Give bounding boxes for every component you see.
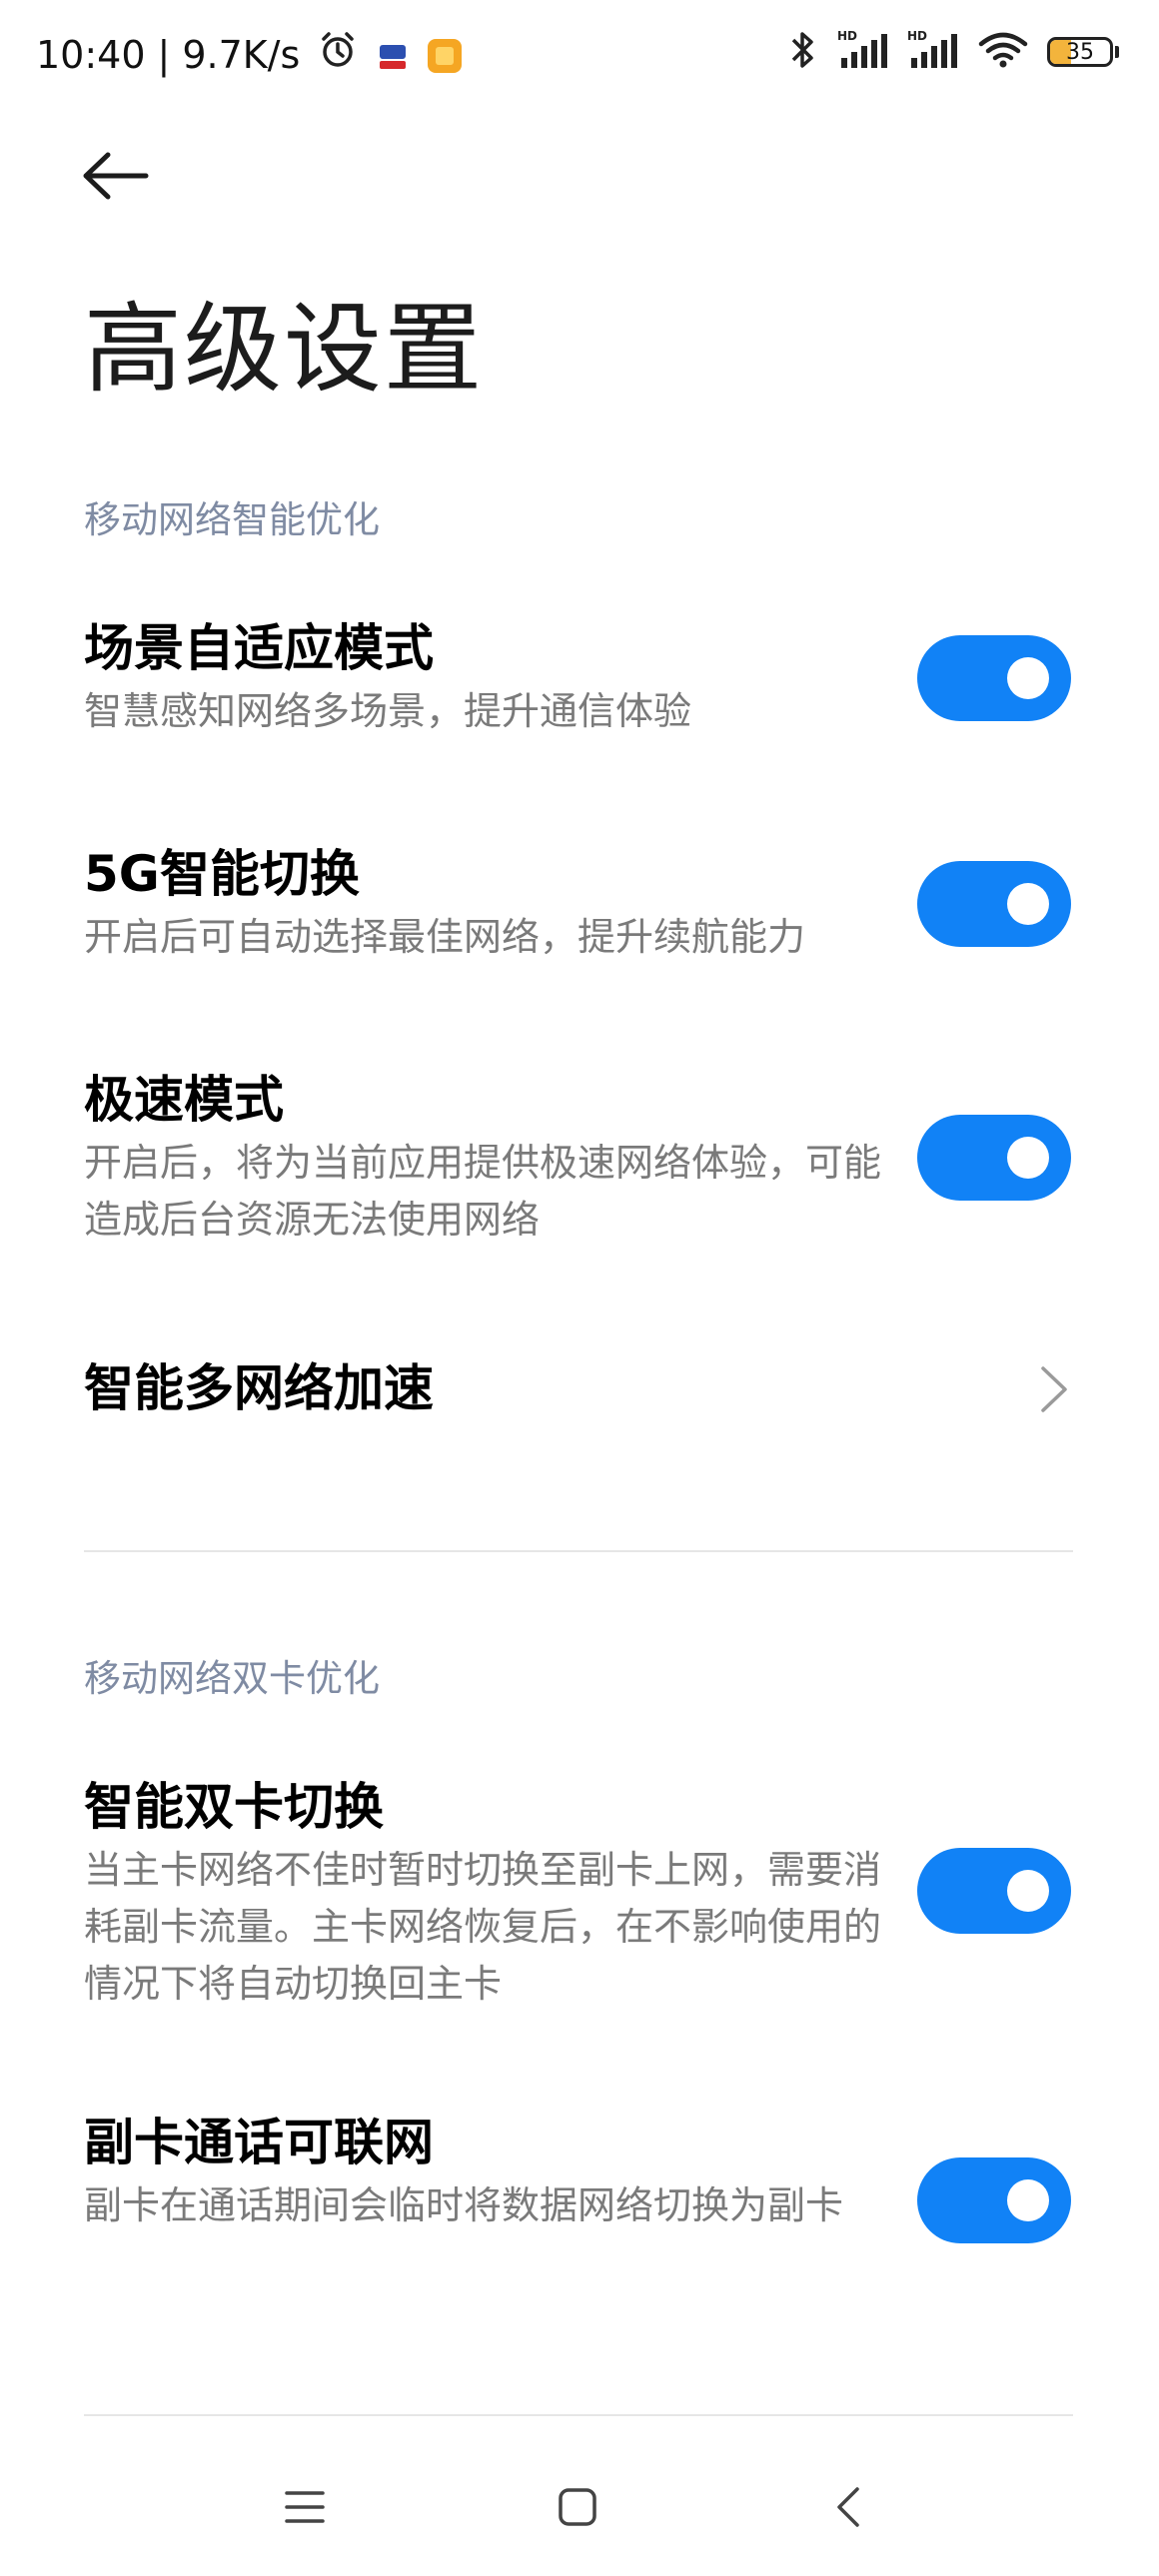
status-right: HD HD 35 <box>785 28 1119 76</box>
toggle-turbo-mode[interactable] <box>917 1115 1071 1201</box>
svg-text:HD: HD <box>907 29 927 43</box>
toggle-scene-adaptive-mode[interactable] <box>917 635 1071 721</box>
section-header-smart-optimization: 移动网络智能优化 <box>84 498 380 541</box>
wifi-icon <box>977 28 1029 76</box>
bluetooth-icon <box>785 28 819 76</box>
page-title: 高级设置 <box>84 293 485 407</box>
app-icon-red <box>376 38 411 73</box>
setting-desc: 当主卡网络不佳时暂时切换至副卡上网，需要消耗副卡流量。主卡网络恢复后，在不影响使… <box>84 1848 882 2006</box>
setting-desc: 副卡在通话期间会临时将数据网络切换为副卡 <box>84 2183 844 2227</box>
battery-icon: 35 <box>1047 37 1113 67</box>
bottom-divider <box>84 2414 1073 2416</box>
status-bar: 10:40 | 9.7K/s HD HD 35 <box>0 0 1159 112</box>
battery-tip <box>1115 46 1119 58</box>
setting-desc: 智慧感知网络多场景，提升通信体验 <box>84 689 692 733</box>
back-icon[interactable] <box>819 2477 879 2537</box>
svg-text:HD: HD <box>837 29 857 43</box>
back-arrow-icon <box>83 152 149 200</box>
status-time: 10:40 <box>36 32 146 77</box>
toggle-smart-dual-sim-switch[interactable] <box>917 1848 1071 1934</box>
setting-desc: 开启后可自动选择最佳网络，提升续航能力 <box>84 915 806 959</box>
status-separator: | <box>157 32 171 77</box>
setting-title: 极速模式 <box>84 1071 284 1129</box>
section-header-dual-sim-optimization: 移动网络双卡优化 <box>84 1657 380 1700</box>
setting-title: 智能多网络加速 <box>84 1359 434 1417</box>
signal-hd-1-icon: HD <box>837 28 889 76</box>
menu-icon[interactable] <box>275 2477 335 2537</box>
setting-title: 智能双卡切换 <box>84 1778 384 1836</box>
toggle-secondary-sim-call-data[interactable] <box>917 2157 1071 2243</box>
toggle-knob <box>1007 883 1049 925</box>
section-divider <box>84 1550 1073 1552</box>
toggle-knob <box>1007 657 1049 699</box>
toggle-knob <box>1007 2179 1049 2221</box>
alarm-icon <box>318 30 358 79</box>
status-left: 10:40 | 9.7K/s <box>36 30 463 79</box>
signal-hd-2-icon: HD <box>907 28 959 76</box>
battery-level: 35 <box>1066 39 1094 65</box>
home-icon[interactable] <box>548 2477 607 2537</box>
setting-desc: 开启后，将为当前应用提供极速网络体验，可能造成后台资源无法使用网络 <box>84 1141 882 1242</box>
toggle-knob <box>1007 1870 1049 1912</box>
toggle-knob <box>1007 1137 1049 1179</box>
toggle-5g-smart-switch[interactable] <box>917 861 1071 947</box>
setting-title: 副卡通话可联网 <box>84 2114 434 2171</box>
app-icon-yellow <box>428 38 463 73</box>
back-button[interactable] <box>80 146 160 206</box>
setting-multi-network-acceleration[interactable]: 智能多网络加速 <box>84 1353 1075 1423</box>
chevron-right-icon[interactable] <box>1033 1364 1073 1414</box>
status-network-speed: 9.7K/s <box>182 32 301 77</box>
navigation-bar <box>0 2437 1159 2576</box>
